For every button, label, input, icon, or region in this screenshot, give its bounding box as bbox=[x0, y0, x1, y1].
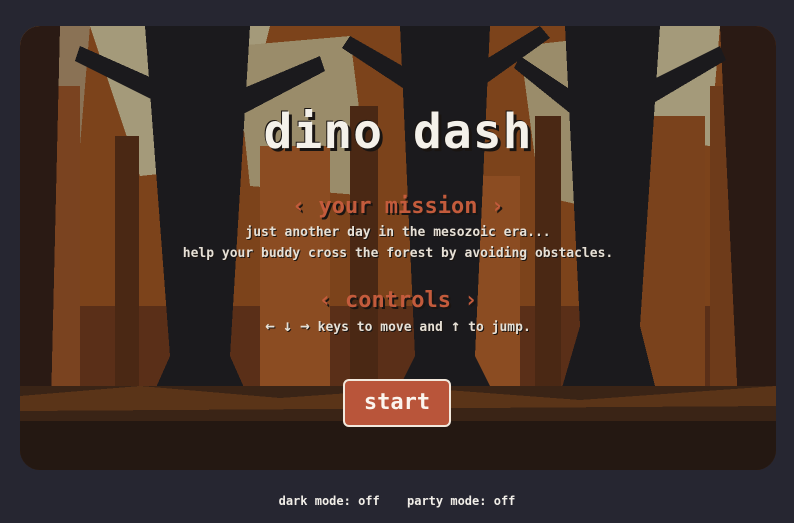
mission-heading: ‹ your mission › bbox=[292, 194, 504, 219]
controls-jump-text: to jump. bbox=[468, 320, 531, 335]
game-frame: dino dash ‹ your mission › just another … bbox=[20, 26, 776, 470]
down-arrow-icon: ↓ bbox=[282, 316, 293, 335]
controls-text: ← ↓ → keys to move and ↑ to jump. bbox=[20, 317, 776, 337]
party-mode-label: party mode: bbox=[407, 494, 487, 508]
left-arrow-icon: ← bbox=[265, 316, 275, 335]
dark-mode-value: off bbox=[358, 494, 380, 508]
mission-text-line-2: help your buddy cross the forest by avoi… bbox=[182, 246, 614, 261]
controls-move-text: keys to move and bbox=[317, 320, 443, 335]
right-arrow-icon: → bbox=[300, 316, 310, 335]
party-mode-value: off bbox=[493, 494, 516, 508]
party-mode-toggle[interactable]: party mode: off bbox=[407, 492, 515, 510]
start-button[interactable]: start bbox=[343, 379, 451, 427]
up-arrow-icon: ↑ bbox=[450, 316, 461, 335]
game-title: dino dash bbox=[263, 104, 533, 160]
mission-text-line-1: just another day in the mesozoic era... bbox=[245, 225, 551, 240]
dark-mode-label: dark mode: bbox=[278, 494, 351, 508]
dark-mode-toggle[interactable]: dark mode: off bbox=[279, 492, 380, 510]
controls-heading: ‹ controls › bbox=[318, 288, 478, 313]
menu-overlay: dino dash ‹ your mission › just another … bbox=[20, 26, 776, 470]
footer: dark mode: off party mode: off bbox=[0, 492, 794, 510]
